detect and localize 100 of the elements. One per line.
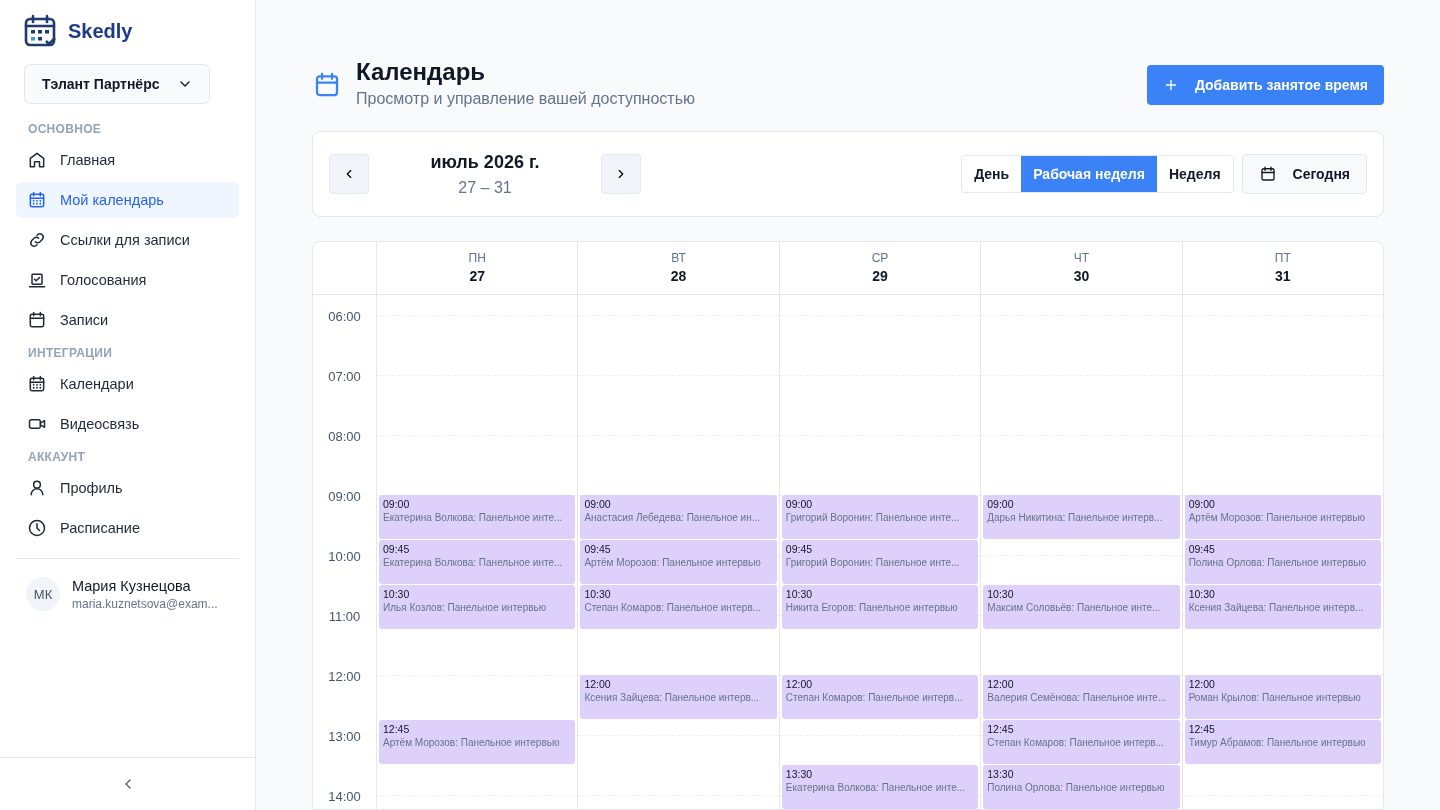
event-time: 12:45 <box>383 723 411 735</box>
next-button[interactable] <box>601 154 641 194</box>
sidebar-item[interactable]: Ссылки для записи <box>16 222 239 258</box>
event-title: Тимур Абрамов: Панельное интервью <box>1188 737 1367 748</box>
page-title: Календарь <box>356 58 487 86</box>
event-title: Екатерина Волкова: Панельное инте... <box>383 512 564 523</box>
event-card[interactable]: 09:00 Анастасия Лебедева: Панельное ин... <box>580 495 777 539</box>
hour-label: 06:00 <box>327 309 362 326</box>
weekday-label: ЧТ <box>1073 251 1090 265</box>
event-time: 12:00 <box>987 678 1015 690</box>
event-card[interactable]: 09:45 Полина Орлова: Панельное интервью <box>1184 540 1382 584</box>
event-title: Роман Крылов: Панельное интервью <box>1188 692 1362 703</box>
event-card[interactable]: 12:00 Ксения Зайцева: Панельное интерв... <box>580 675 777 719</box>
event-time: 09:00 <box>987 498 1015 510</box>
event-card[interactable]: 09:00 Григорий Воронин: Панельное инте... <box>781 495 979 539</box>
event-card[interactable]: 12:45 Артём Морозов: Панельное интервью <box>379 720 576 764</box>
event-card[interactable]: 12:45 Степан Комаров: Панельное интерв... <box>983 720 1180 764</box>
hour-label: 07:00 <box>327 369 362 386</box>
event-time: 10:30 <box>584 588 612 600</box>
event-card[interactable]: 10:30 Никита Егоров: Панельное интервью <box>781 585 979 629</box>
event-card[interactable]: 12:00 Степан Комаров: Панельное интерв... <box>781 675 979 719</box>
hour-label: 10:00 <box>327 549 362 566</box>
month-title: июль 2026 г. <box>430 151 540 173</box>
sidebar-item[interactable]: Мой календарь <box>16 182 239 218</box>
workspace-dropdown[interactable]: Тэлант Партнёрс <box>24 64 210 104</box>
weekday-label: ВТ <box>671 251 686 265</box>
sidebar-item[interactable]: Профиль <box>16 470 239 506</box>
event-title: Григорий Воронин: Панельное инте... <box>785 557 961 568</box>
weekday-label: ПН <box>468 251 486 265</box>
event-card[interactable]: 10:30 Ксения Зайцева: Панельное интерв... <box>1184 585 1382 629</box>
event-card[interactable]: 10:30 Максим Соловьёв: Панельное инте... <box>983 585 1180 629</box>
event-time: 12:00 <box>1188 678 1216 690</box>
event-title: Полина Орлова: Панельное интервью <box>987 782 1166 793</box>
event-time: 10:30 <box>1188 588 1216 600</box>
view-tab[interactable]: Рабочая неделя <box>1021 156 1157 192</box>
logo-icon <box>24 14 58 48</box>
event-title: Екатерина Волкова: Панельное инте... <box>383 557 564 568</box>
event-card[interactable]: 09:45 Артём Морозов: Панельное интервью <box>580 540 777 584</box>
sidebar-item[interactable]: Календари <box>16 366 239 402</box>
event-time: 09:00 <box>383 498 411 510</box>
section-heading: ИНТЕГРАЦИИ <box>27 345 114 362</box>
event-title: Дарья Никитина: Панельное интерв... <box>987 512 1164 523</box>
calendar-icon <box>27 310 47 330</box>
event-title: Степан Комаров: Панельное интерв... <box>785 692 964 703</box>
event-time: 12:45 <box>987 723 1015 735</box>
event-card[interactable]: 13:30 Екатерина Волкова: Панельное инте... <box>781 765 979 809</box>
event-time: 09:45 <box>383 543 411 555</box>
event-title: Артём Морозов: Панельное интервью <box>1188 512 1367 523</box>
hour-label: 08:00 <box>327 429 362 446</box>
date-range: 27 – 31 <box>458 178 512 197</box>
event-time: 13:30 <box>785 768 814 780</box>
hour-label: 14:00 <box>327 789 362 806</box>
clock-icon <box>27 518 47 538</box>
hour-label: 09:00 <box>327 489 362 506</box>
page-subtitle: Просмотр и управление вашей доступностью <box>356 90 695 108</box>
event-card[interactable]: 12:00 Роман Крылов: Панельное интервью <box>1184 675 1382 719</box>
event-card[interactable]: 13:30 Полина Орлова: Панельное интервью <box>983 765 1180 809</box>
event-title: Степан Комаров: Панельное интерв... <box>584 602 763 613</box>
event-time: 10:30 <box>383 588 411 600</box>
event-time: 10:30 <box>785 588 814 600</box>
previous-button[interactable] <box>329 154 369 194</box>
event-title: Ксения Зайцева: Панельное интерв... <box>584 692 761 703</box>
day-number: 27 <box>469 268 485 284</box>
event-time: 10:30 <box>987 588 1015 600</box>
event-time: 12:45 <box>1188 723 1216 735</box>
today-button[interactable]: Сегодня <box>1241 154 1367 194</box>
event-time: 09:00 <box>1188 498 1216 510</box>
event-card[interactable]: 12:45 Тимур Абрамов: Панельное интервью <box>1184 720 1382 764</box>
day-number: 31 <box>1275 268 1291 284</box>
add-busy-time-button[interactable]: Добавить занятое время <box>1146 65 1384 105</box>
event-time: 09:45 <box>584 543 612 555</box>
event-time: 09:45 <box>1188 543 1216 555</box>
event-title: Артём Морозов: Панельное интервью <box>383 737 561 748</box>
event-card[interactable]: 09:00 Екатерина Волкова: Панельное инте... <box>379 495 576 539</box>
event-title: Максим Соловьёв: Панельное инте... <box>987 602 1162 613</box>
hour-label: 13:00 <box>327 729 362 746</box>
sidebar-item[interactable]: Видеосвязь <box>16 406 239 442</box>
event-title: Екатерина Волкова: Панельное инте... <box>785 782 967 793</box>
event-card[interactable]: 09:45 Екатерина Волкова: Панельное инте... <box>379 540 576 584</box>
weekday-label: ПТ <box>1274 251 1291 265</box>
event-time: 09:00 <box>584 498 612 510</box>
event-card[interactable]: 10:30 Илья Козлов: Панельное интервью <box>379 585 576 629</box>
sidebar-item[interactable]: Главная <box>16 142 239 178</box>
event-card[interactable]: 12:00 Валерия Семёнова: Панельное инте... <box>983 675 1180 719</box>
user-icon <box>27 478 47 498</box>
brand-name: Skedly <box>68 19 133 43</box>
event-time: 12:00 <box>584 678 612 690</box>
sidebar-item[interactable]: Расписание <box>16 510 239 546</box>
event-time: 12:00 <box>785 678 814 690</box>
event-card[interactable]: 09:00 Артём Морозов: Панельное интервью <box>1184 495 1382 539</box>
sidebar-item[interactable]: Записи <box>16 302 239 338</box>
day-number: 29 <box>872 268 888 284</box>
event-card[interactable]: 09:00 Дарья Никитина: Панельное интерв... <box>983 495 1180 539</box>
event-card[interactable]: 09:45 Григорий Воронин: Панельное инте... <box>781 540 979 584</box>
event-title: Степан Комаров: Панельное интерв... <box>987 737 1165 748</box>
event-card[interactable]: 10:30 Степан Комаров: Панельное интерв... <box>580 585 777 629</box>
sidebar-item[interactable]: Голосования <box>16 262 239 298</box>
section-heading: АККАУНТ <box>27 449 87 466</box>
event-title: Григорий Воронин: Панельное инте... <box>785 512 961 523</box>
home-icon <box>27 150 47 170</box>
